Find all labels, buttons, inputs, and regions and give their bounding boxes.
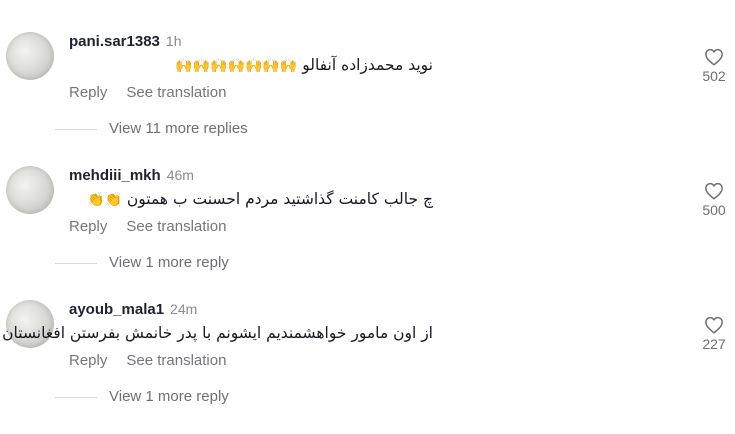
comment-header: mehdiii_mkh 46m <box>69 167 194 184</box>
reply-button[interactable]: Reply <box>69 218 107 235</box>
comment-text: چ جالب کامنت گذاشتید مردم احسنت ب همتون … <box>87 190 433 208</box>
comment-item: ayoub_mala1 24m از اون مامور خواهشمندیم ا… <box>0 300 735 434</box>
like-count: 500 <box>702 202 726 218</box>
like-button[interactable]: 502 <box>697 48 731 84</box>
comment-text: نوید محمدزاده آنفالو 🙌🙌🙌🙌🙌🙌🙌 <box>175 56 433 74</box>
comment-text: از اون مامور خواهشمندیم ایشونم با پدر خا… <box>2 324 433 342</box>
like-button[interactable]: 500 <box>697 182 731 218</box>
view-more-replies[interactable]: View 11 more replies <box>55 120 248 137</box>
comment-time: 46m <box>166 167 194 183</box>
comment-time: 24m <box>170 301 198 317</box>
reply-button[interactable]: Reply <box>69 352 107 369</box>
comment-emojis: 🙌🙌🙌🙌🙌🙌🙌 <box>175 58 298 74</box>
comment-actions: Reply See translation <box>69 218 245 235</box>
username[interactable]: ayoub_mala1 <box>69 301 164 318</box>
heart-icon[interactable] <box>704 48 724 66</box>
comment-time: 1h <box>165 33 182 49</box>
reply-button[interactable]: Reply <box>69 84 107 101</box>
see-translation-button[interactable]: See translation <box>126 218 226 235</box>
like-button[interactable]: 227 <box>697 316 731 352</box>
see-translation-button[interactable]: See translation <box>126 84 226 101</box>
comment-item: pani.sar1383 1h نوید محمدزاده آنفالو 🙌🙌🙌🙌… <box>0 32 735 166</box>
view-replies-label[interactable]: View 11 more replies <box>109 120 248 137</box>
comment-body: چ جالب کامنت گذاشتید مردم احسنت ب همتون <box>126 190 433 208</box>
heart-icon[interactable] <box>704 316 724 334</box>
divider-line <box>55 128 97 130</box>
comment-item: mehdiii_mkh 46m چ جالب کامنت گذاشتید مردم… <box>0 166 735 300</box>
heart-icon[interactable] <box>704 182 724 200</box>
view-more-replies[interactable]: View 1 more reply <box>55 388 229 405</box>
view-replies-label[interactable]: View 1 more reply <box>109 388 229 405</box>
view-more-replies[interactable]: View 1 more reply <box>55 254 229 271</box>
like-count: 502 <box>702 68 726 84</box>
comment-actions: Reply See translation <box>69 84 245 101</box>
see-translation-button[interactable]: See translation <box>126 352 226 369</box>
divider-line <box>55 262 97 264</box>
like-count: 227 <box>702 336 726 352</box>
avatar[interactable] <box>6 166 54 214</box>
comment-body: از اون مامور خواهشمندیم ایشونم با پدر خا… <box>2 324 433 342</box>
comment-emojis: 👏👏 <box>87 192 123 208</box>
divider-line <box>55 396 97 398</box>
view-replies-label[interactable]: View 1 more reply <box>109 254 229 271</box>
comment-header: ayoub_mala1 24m <box>69 301 197 318</box>
comment-header: pani.sar1383 1h <box>69 33 181 50</box>
username[interactable]: mehdiii_mkh <box>69 167 161 184</box>
username[interactable]: pani.sar1383 <box>69 33 160 50</box>
avatar[interactable] <box>6 32 54 80</box>
comment-actions: Reply See translation <box>69 352 245 369</box>
comment-body: نوید محمدزاده آنفالو <box>302 56 433 74</box>
